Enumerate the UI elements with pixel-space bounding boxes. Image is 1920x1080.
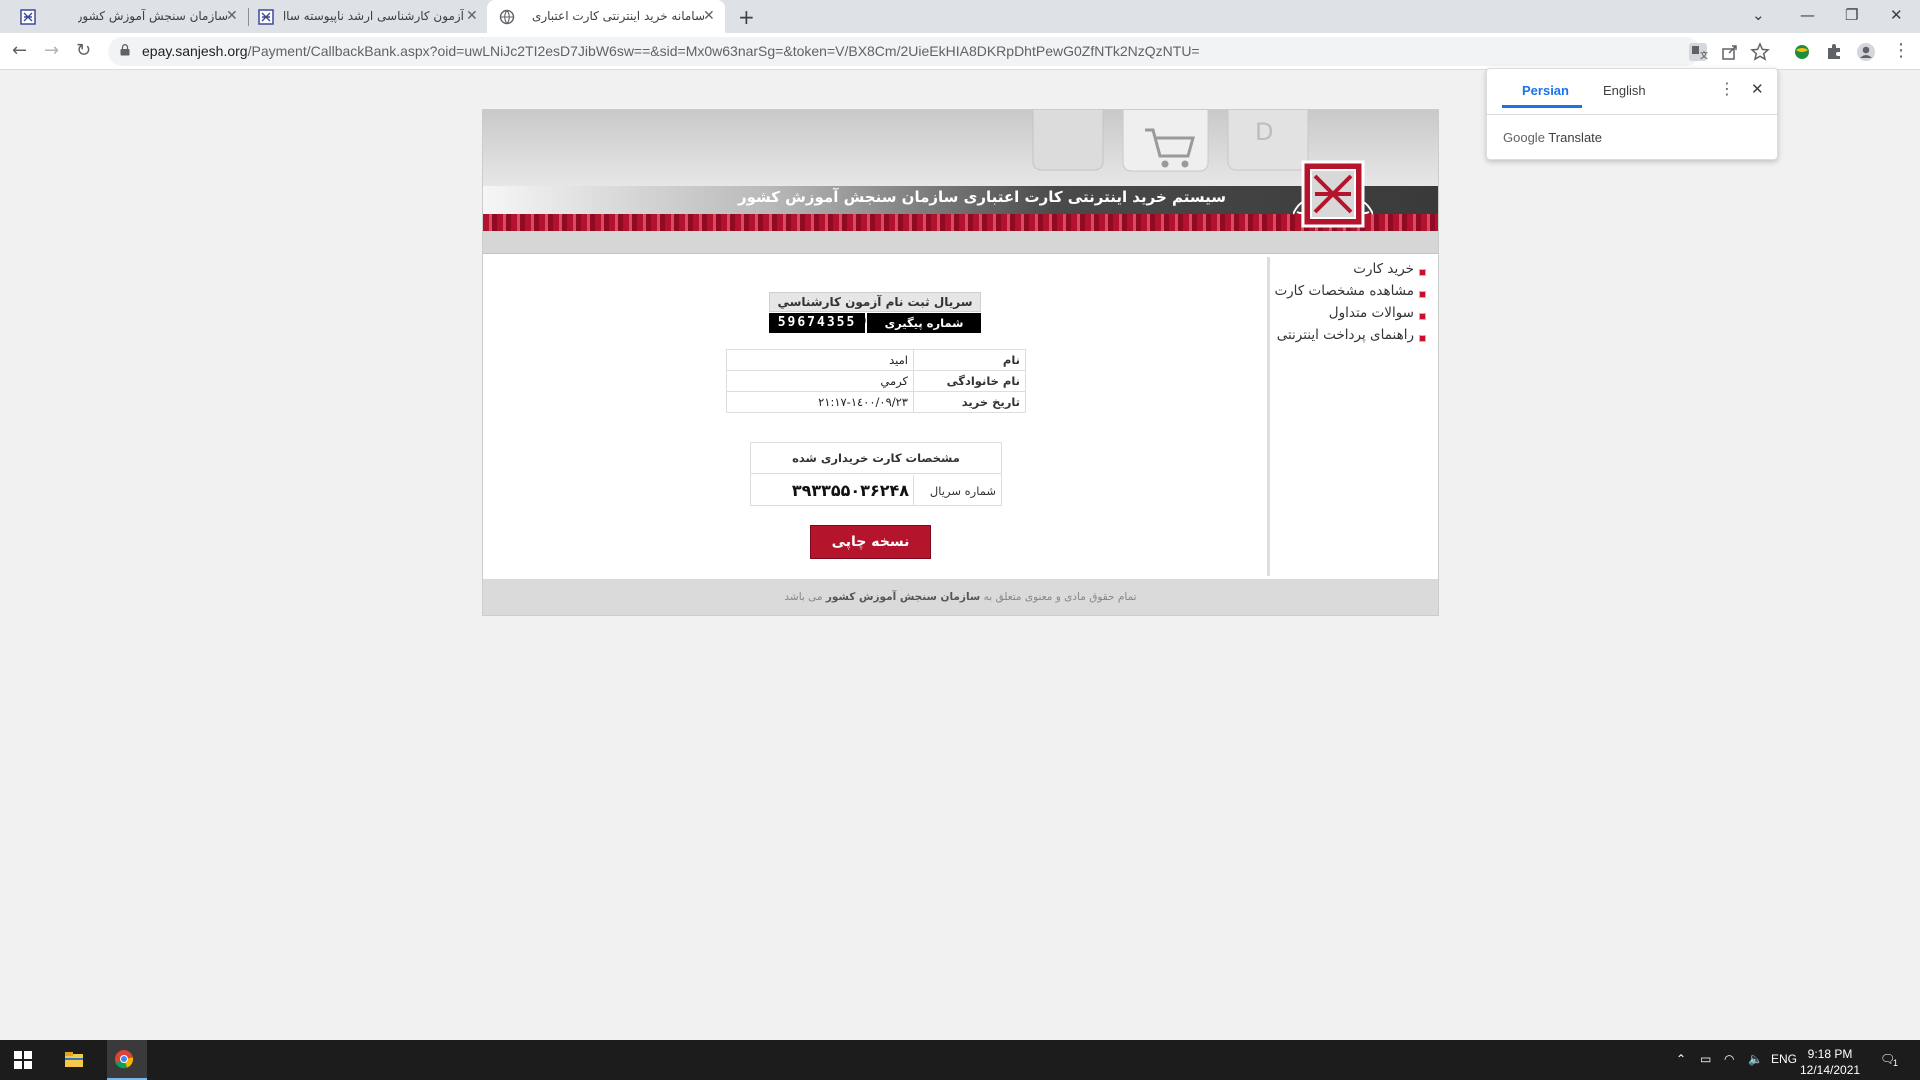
tracking-value: 59674355 [769, 313, 865, 333]
new-tab-plus-icon[interactable]: + [738, 5, 755, 29]
card-serial-label: شماره سریال [929, 484, 996, 498]
globe-icon [499, 9, 515, 25]
sidebar-item-label[interactable]: راهنمای پرداخت اینترنتی [1277, 327, 1414, 343]
windows-start-icon[interactable] [13, 1050, 33, 1070]
card-box-divider [913, 475, 914, 505]
card-serial-value: ۳۹۳۳۵۵۰۳۶۲۴۸ [791, 481, 909, 500]
svg-text:文: 文 [1700, 50, 1708, 60]
address-bar[interactable]: epay.sanjesh.org/Payment/CallbackBank.as… [108, 37, 1770, 66]
extension-globe-icon[interactable] [1792, 42, 1812, 62]
card-box-heading: مشخصات کارت خریداری شده [751, 443, 1001, 474]
info-label: تاریخ خرید [913, 391, 1026, 413]
translate-tab-underline [1502, 105, 1582, 108]
forward-arrow-icon[interactable]: → [44, 41, 59, 61]
purchased-card-box: مشخصات کارت خریداری شده شماره سریال ۳۹۳۳… [750, 442, 1002, 506]
print-button[interactable]: نسخه چاپی [810, 525, 931, 559]
bookmark-star-icon[interactable] [1750, 42, 1770, 62]
translate-page-icon[interactable]: 文 [1688, 42, 1708, 62]
tab-title: سازمان سنجش آموزش کشور [78, 9, 228, 23]
url-host: epay.sanjesh.org [142, 43, 248, 59]
table-row: امید نام [726, 349, 1026, 371]
svg-text:D: D [1255, 118, 1273, 146]
translate-divider [1487, 114, 1777, 115]
sidebar-item-label[interactable]: سوالات متداول [1329, 305, 1414, 321]
sanjesh-logo-icon [1293, 160, 1373, 228]
url-path: /Payment/CallbackBank.aspx?oid=uwLNiJc2T… [247, 43, 1200, 59]
chrome-menu-kebab-icon[interactable]: ⋮ [1892, 41, 1910, 61]
keyboard-cart-graphic: D [1032, 110, 1309, 172]
footer-org-link[interactable]: سازمان سنجش آموزش کشور [826, 591, 980, 603]
site-footer: تمام حقوق مادی و معنوی متعلق به سازمان س… [483, 579, 1438, 615]
site-banner: D سیستم خرید اینترنتی کارت اعتباری سازما… [483, 110, 1438, 234]
tab-close-icon[interactable]: ✕ [703, 8, 715, 24]
wifi-icon[interactable]: ◠ [1724, 1052, 1734, 1066]
brand-translate: Translate [1548, 130, 1603, 145]
info-value: امید [726, 349, 914, 371]
payment-site-container: D سیستم خرید اینترنتی کارت اعتباری سازما… [482, 109, 1439, 616]
sidebar-item-label[interactable]: خرید کارت [1353, 261, 1414, 277]
share-icon[interactable] [1720, 42, 1740, 62]
translate-tab-persian[interactable]: Persian [1522, 83, 1569, 98]
tab-title: آزمون کارشناسی ارشد ناپیوسته سال [284, 9, 464, 23]
footer-suffix: می باشد [784, 591, 823, 603]
input-language[interactable]: ENG [1771, 1052, 1797, 1066]
table-row: ۲۱:۱۷-۱٤۰۰/۰۹/۲۳ تاریخ خرید [726, 391, 1026, 413]
browser-tab-arshad[interactable]: آزمون کارشناسی ارشد ناپیوسته سال ✕ [250, 0, 485, 33]
translate-popup: Persian English ⋮ ✕ Google Translate [1486, 68, 1778, 160]
info-label: نام خانوادگی [913, 370, 1026, 392]
extensions-puzzle-icon[interactable] [1824, 42, 1844, 62]
sanjesh-favicon-icon [258, 9, 274, 25]
reload-icon[interactable]: ↻ [76, 41, 91, 61]
brand-google: Google [1503, 130, 1545, 145]
browser-tab-strip: سازمان سنجش آموزش کشور ✕ آزمون کارشناسی … [0, 0, 1920, 33]
menu-bullet-icon [1419, 335, 1426, 342]
tracking-label: شماره پیگیری پرداخت [867, 313, 981, 350]
tab-title: سامانه خرید اینترنتی کارت اعتباری [531, 9, 705, 23]
tab-close-icon[interactable]: ✕ [226, 8, 238, 24]
lock-icon [120, 44, 130, 56]
table-row: کرمي نام خانوادگی [726, 370, 1026, 392]
browser-tab-sanjesh[interactable]: سازمان سنجش آموزش کشور ✕ [8, 0, 246, 33]
minimize-icon[interactable]: — [1800, 6, 1815, 24]
banner-sub-bar [483, 234, 1438, 254]
chrome-icon[interactable] [114, 1049, 134, 1069]
serial-title: سریال ثبت نام آزمون کارشناسي ارشد 1401 [769, 292, 981, 328]
system-clock[interactable]: 9:18 PM 12/14/2021 [1800, 1046, 1860, 1078]
windows-taskbar [0, 1040, 1920, 1080]
sidebar-item-label[interactable]: مشاهده مشخصات کارت [1274, 283, 1414, 299]
clock-time: 9:18 PM [1807, 1047, 1853, 1061]
browser-toolbar: ← → ↻ epay.sanjesh.org/Payment/CallbackB… [0, 33, 1920, 70]
menu-bullet-icon [1419, 269, 1426, 276]
translate-options-kebab-icon[interactable]: ⋮ [1719, 79, 1735, 99]
back-arrow-icon[interactable]: ← [12, 41, 27, 61]
browser-tab-payment[interactable]: سامانه خرید اینترنتی کارت اعتباری ✕ [487, 0, 725, 33]
tray-chevron-up-icon[interactable]: ⌃ [1676, 1052, 1686, 1066]
file-explorer-icon[interactable] [64, 1050, 84, 1070]
window-close-icon[interactable]: ✕ [1890, 6, 1903, 24]
site-title: سیستم خرید اینترنتی کارت اعتباری سازمان … [737, 188, 1226, 206]
restore-icon[interactable]: ❐ [1845, 6, 1858, 24]
notification-count-badge: 1 [1893, 1058, 1899, 1068]
translate-tab-english[interactable]: English [1603, 83, 1646, 98]
volume-icon[interactable]: 🔈 [1748, 1052, 1763, 1066]
footer-prefix: تمام حقوق مادی و معنوی متعلق به [983, 591, 1137, 603]
profile-avatar-icon[interactable] [1856, 42, 1876, 62]
google-translate-brand: Google Translate [1503, 130, 1602, 145]
info-value: ۲۱:۱۷-۱٤۰۰/۰۹/۲۳ [726, 391, 914, 413]
url-text: epay.sanjesh.org/Payment/CallbackBank.as… [142, 43, 1200, 59]
translate-close-icon[interactable]: ✕ [1751, 79, 1764, 99]
tab-divider [248, 8, 249, 26]
buyer-info-table: امید نام کرمي نام خانوادگی ۲۱:۱۷-۱٤۰۰/۰۹… [726, 349, 1026, 413]
clock-date: 12/14/2021 [1800, 1063, 1861, 1077]
tab-search-chevron-icon[interactable]: ⌄ [1752, 6, 1765, 24]
menu-bullet-icon [1419, 313, 1426, 320]
meet-now-icon[interactable]: ▭ [1700, 1052, 1711, 1066]
info-label: نام [913, 349, 1026, 371]
sidebar-menu: خرید کارت مشاهده مشخصات کارت سوالات متدا… [1274, 257, 1438, 576]
info-value: کرمي [726, 370, 914, 392]
menu-bullet-icon [1419, 291, 1426, 298]
tab-close-icon[interactable]: ✕ [466, 8, 478, 24]
sanjesh-favicon-icon [20, 9, 36, 25]
